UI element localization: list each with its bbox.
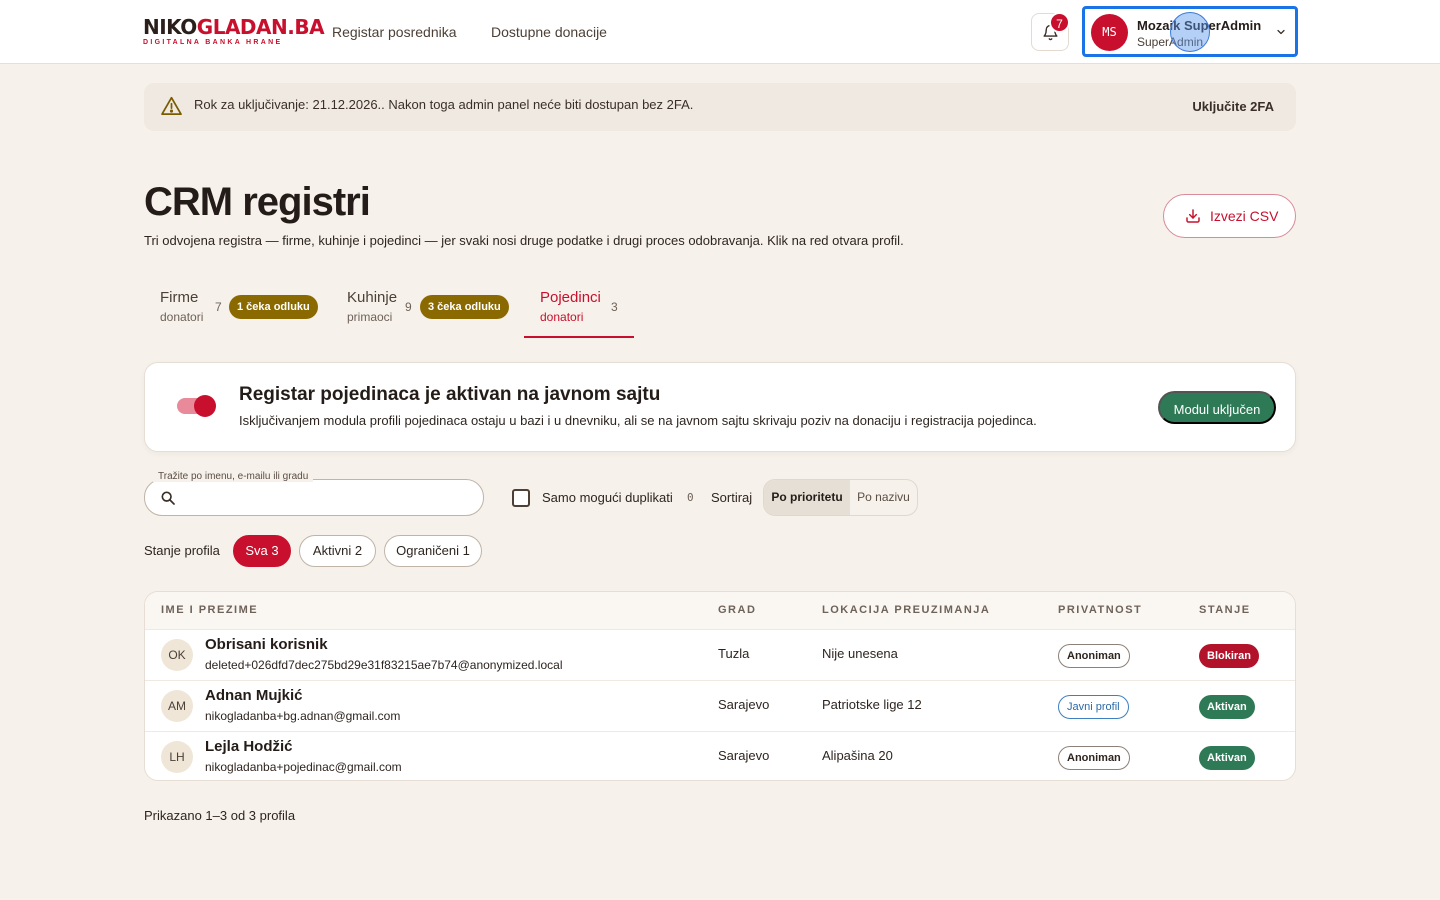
chevron-down-icon bbox=[1277, 29, 1285, 35]
sort-by-priority[interactable]: Po prioritetu bbox=[764, 480, 850, 515]
search-input[interactable] bbox=[185, 488, 465, 508]
tab-title: Pojedinci bbox=[540, 289, 601, 306]
pending-badge: 1 čeka odluku bbox=[229, 295, 318, 319]
avatar: AM bbox=[161, 690, 193, 722]
sort-by-name[interactable]: Po nazivu bbox=[850, 480, 917, 515]
module-description: Isključivanjem modula profili pojedinaca… bbox=[239, 413, 1037, 428]
state-chip-restricted[interactable]: Ograničeni 1 bbox=[384, 535, 482, 567]
state-filter-label: Stanje profila bbox=[144, 543, 220, 558]
column-header-location: LOKACIJA PREUZIMANJA bbox=[822, 604, 991, 616]
row-city: Sarajevo bbox=[718, 697, 770, 712]
notifications-badge: 7 bbox=[1049, 12, 1070, 33]
page-subtitle: Tri odvojena registra — firme, kuhinje i… bbox=[144, 233, 904, 248]
download-icon bbox=[1186, 209, 1200, 223]
profiles-table: IME I PREZIME GRAD LOKACIJA PREUZIMANJA … bbox=[144, 591, 1296, 781]
column-header-status: STANJE bbox=[1199, 604, 1251, 616]
avatar: OK bbox=[161, 639, 193, 671]
top-bar: NIKOGLADAN.BA DIGITALNA BANKA HRANE Regi… bbox=[0, 0, 1440, 64]
privacy-badge: Anoniman bbox=[1058, 644, 1130, 668]
avatar: MS bbox=[1091, 14, 1128, 51]
sort-segmented-control: Po prioritetu Po nazivu bbox=[763, 479, 918, 516]
tab-firme[interactable]: Firme donatori 7 1 čeka odluku bbox=[160, 288, 320, 338]
page-title: CRM registri bbox=[144, 180, 371, 224]
search-label: Tražite po imenu, e-mailu ili gradu bbox=[153, 471, 314, 482]
banner-text: Rok za uključivanje: 21.12.2026.. Nakon … bbox=[194, 97, 694, 112]
status-badge: Blokiran bbox=[1199, 644, 1260, 668]
module-title: Registar pojedinaca je aktivan na javnom… bbox=[239, 384, 661, 405]
tab-count: 9 bbox=[405, 300, 412, 314]
nav-link-registar-posrednika[interactable]: Registar posrednika bbox=[332, 24, 457, 40]
export-csv-button[interactable]: Izvezi CSV bbox=[1163, 194, 1296, 238]
pending-badge: 3 čeka odluku bbox=[420, 295, 509, 319]
row-name: Obrisani korisnik bbox=[205, 636, 328, 653]
pointer-cursor bbox=[1170, 12, 1210, 52]
toggle-knob bbox=[194, 395, 216, 417]
row-location: Nije unesena bbox=[822, 646, 898, 661]
privacy-badge: Javni profil bbox=[1058, 695, 1129, 719]
tab-count: 3 bbox=[611, 300, 618, 314]
nav-link-dostupne-donacije[interactable]: Dostupne donacije bbox=[491, 24, 607, 40]
table-row[interactable]: LH Lejla Hodžić nikogladanba+pojedinac@g… bbox=[145, 731, 1295, 780]
row-email: nikogladanba+bg.adnan@gmail.com bbox=[205, 709, 401, 723]
module-card: Registar pojedinaca je aktivan na javnom… bbox=[144, 362, 1296, 452]
row-email: nikogladanba+pojedinac@gmail.com bbox=[205, 760, 402, 774]
tab-subtitle: donatori bbox=[160, 310, 204, 324]
table-header: IME I PREZIME GRAD LOKACIJA PREUZIMANJA … bbox=[145, 592, 1295, 629]
avatar: LH bbox=[161, 741, 193, 773]
state-chip-all[interactable]: Sva 3 bbox=[233, 535, 291, 567]
tab-title: Kuhinje bbox=[347, 289, 398, 306]
warning-icon bbox=[161, 96, 182, 115]
export-csv-label: Izvezi CSV bbox=[1210, 208, 1279, 224]
logo[interactable]: NIKOGLADAN.BA DIGITALNA BANKA HRANE bbox=[143, 15, 325, 47]
twofa-banner: Rok za uključivanje: 21.12.2026.. Nakon … bbox=[144, 83, 1296, 131]
tab-pojedinci[interactable]: Pojedinci donatori 3 bbox=[540, 288, 630, 338]
search-icon bbox=[161, 491, 175, 505]
row-location: Alipašina 20 bbox=[822, 748, 893, 763]
row-location: Patriotske lige 12 bbox=[822, 697, 922, 712]
duplicates-checkbox[interactable] bbox=[512, 489, 530, 507]
row-city: Tuzla bbox=[718, 646, 750, 661]
sort-label: Sortiraj bbox=[711, 490, 753, 505]
status-badge: Aktivan bbox=[1199, 695, 1255, 719]
state-chip-active[interactable]: Aktivni 2 bbox=[299, 535, 376, 567]
active-tab-indicator bbox=[524, 336, 634, 338]
enable-2fa-button[interactable]: Uključite 2FA bbox=[1192, 99, 1274, 114]
table-row[interactable]: AM Adnan Mujkić nikogladanba+bg.adnan@gm… bbox=[145, 680, 1295, 731]
column-header-name: IME I PREZIME bbox=[161, 604, 259, 616]
column-header-city: GRAD bbox=[718, 604, 757, 616]
tab-subtitle: primaoci bbox=[347, 310, 393, 324]
privacy-badge: Anoniman bbox=[1058, 746, 1130, 770]
search-field bbox=[144, 479, 484, 516]
row-name: Lejla Hodžić bbox=[205, 738, 293, 755]
logo-tagline: DIGITALNA BANKA HRANE bbox=[143, 39, 283, 46]
status-badge: Aktivan bbox=[1199, 746, 1255, 770]
tab-title: Firme bbox=[160, 289, 199, 306]
tab-count: 7 bbox=[215, 300, 222, 314]
tab-subtitle: donatori bbox=[540, 310, 584, 324]
logo-wordmark: NIKOGLADAN.BA bbox=[143, 15, 325, 39]
column-header-privacy: PRIVATNOST bbox=[1058, 604, 1143, 616]
row-name: Adnan Mujkić bbox=[205, 687, 303, 704]
module-toggle[interactable] bbox=[177, 395, 216, 417]
module-status-button[interactable]: Modul uključen bbox=[1158, 391, 1276, 424]
row-email: deleted+026dfd7dec275bd29e31f83215ae7b74… bbox=[205, 658, 563, 672]
row-city: Sarajevo bbox=[718, 748, 770, 763]
tab-kuhinje[interactable]: Kuhinje primaoci 9 3 čeka odluku bbox=[347, 288, 512, 338]
duplicates-count: 0 bbox=[687, 491, 694, 504]
table-row[interactable]: OK Obrisani korisnik deleted+026dfd7dec2… bbox=[145, 629, 1295, 680]
pagination-summary: Prikazano 1–3 od 3 profila bbox=[144, 808, 296, 823]
duplicates-label[interactable]: Samo mogući duplikati bbox=[542, 490, 673, 505]
